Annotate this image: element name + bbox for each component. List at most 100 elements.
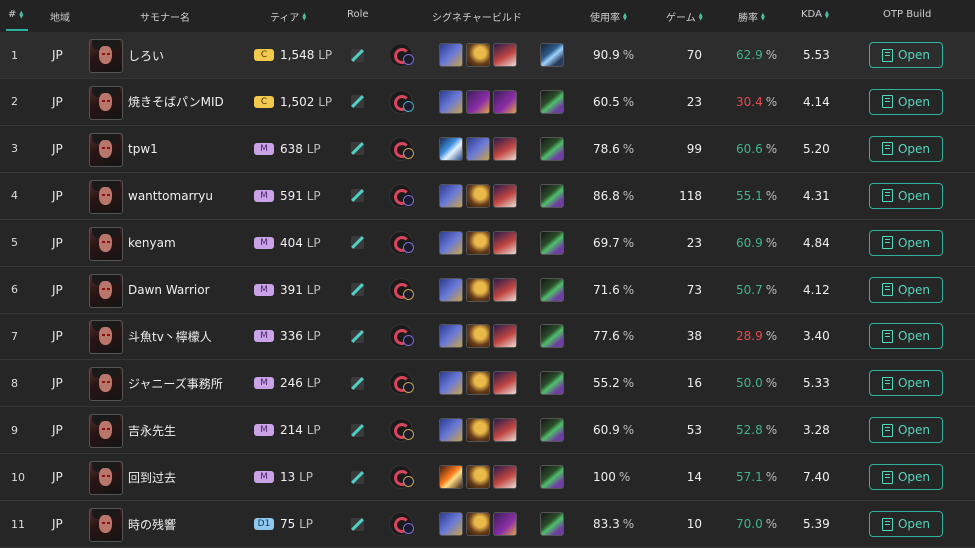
avatar-face [99, 374, 112, 393]
tier-badge: M [254, 236, 274, 249]
table-row[interactable]: 1 JP しろい C 1,548 LP 90.9% 70 62.9 % 5.53… [0, 32, 975, 79]
kda-value: 5.39 [803, 517, 830, 531]
win-rate: 60.6% [736, 126, 777, 172]
open-build-button[interactable]: Open [869, 88, 943, 115]
header-winrate-label: 勝率 [738, 13, 758, 24]
tier-cell: D1 75 LP [254, 501, 313, 547]
boots-cell [540, 360, 564, 406]
role-cell [351, 313, 364, 359]
keystone-cell [389, 32, 414, 78]
win-rate: 60.9% [736, 220, 777, 266]
secondary-rune-icon [403, 54, 414, 65]
table-row[interactable]: 2 JP 焼きそばパンMID C 1,502 LP 60.5 % 23 30.4… [0, 79, 975, 126]
table-row[interactable]: 10 JP 回到过去 M 13 LP 100% 14 57.1 % 7.40 O… [0, 454, 975, 502]
avatar-eye [107, 146, 110, 149]
item-icon [439, 183, 463, 208]
summoner-name[interactable]: ジャニーズ事務所 [128, 360, 223, 406]
open-build-button[interactable]: Open [869, 276, 943, 303]
header-kda-label: KDA [801, 9, 822, 20]
table-row[interactable]: 11 JP 時の残響 D1 75 LP 83.3% 10 70.0 % 5.39… [0, 501, 975, 548]
win-rate-value: 28.9 [736, 329, 763, 344]
sort-icon: ▲ ▼ [623, 11, 627, 22]
lp-value: 75 LP [280, 517, 313, 531]
region: JP [52, 423, 63, 438]
summoner-name[interactable]: 斗魚tv丶檸檬人 [128, 313, 212, 359]
secondary-rune-icon [403, 382, 414, 394]
keystone-cell [389, 220, 414, 266]
clipboard-icon [881, 329, 893, 343]
header-games-label: ゲーム [666, 13, 696, 24]
open-build-button[interactable]: Open [869, 42, 943, 68]
win-rate: 62.9% [736, 32, 777, 78]
open-button-label: Open [897, 94, 931, 109]
summoner-name[interactable]: 焼きそばパンMID [128, 79, 224, 125]
summoner-name[interactable]: Dawn Warrior [128, 267, 210, 313]
pick-rate-value: 71.6 [593, 282, 620, 297]
header-summoner: サモナー名 [140, 13, 190, 24]
header-role: Role [347, 9, 369, 20]
header-games[interactable]: ゲーム ▲ ▼ [666, 9, 703, 24]
kda-value: 5.53 [803, 48, 830, 62]
table-row[interactable]: 6 JP Dawn Warrior M 391 LP 71.6 % 73 50.… [0, 267, 975, 314]
table-row[interactable]: 5 JP kenyam M 404 LP 69.7% 23 60.9 % 4.8… [0, 220, 975, 267]
avatar-eye [107, 334, 110, 337]
header-rank[interactable]: # ▲ ▼ [8, 9, 23, 20]
keystone-rune-icon [389, 418, 414, 443]
open-build-button[interactable]: Open [869, 511, 943, 537]
summoner-name[interactable]: 吉永先生 [128, 407, 176, 453]
win-rate: 57.1% [736, 454, 777, 500]
secondary-rune-icon [403, 476, 414, 488]
lp-unit: LP [299, 470, 314, 485]
summoner-name[interactable]: wanttomarryu [128, 173, 213, 219]
summoner-name[interactable]: しろい [128, 32, 164, 78]
signature-items [439, 220, 517, 266]
header-winrate[interactable]: 勝率 ▲ ▼ [738, 9, 765, 24]
leaderboard-table: # ▲ ▼ 地域 サモナー名 ティア ▲ ▼ Role シグネチャービルド 使用率 … [0, 0, 975, 548]
kda-value: 4.84 [803, 235, 830, 250]
win-rate: 55.1% [736, 173, 777, 219]
item-icon [466, 89, 490, 114]
tier-badge: M [254, 283, 274, 296]
pick-rate-value: 60.5 [593, 94, 620, 109]
summoner-name[interactable]: 時の残響 [128, 501, 176, 547]
item-icon [466, 136, 490, 161]
table-row[interactable]: 4 JP wanttomarryu M 591 LP 86.8 % 118 55… [0, 173, 975, 220]
open-build-button[interactable]: Open [869, 464, 943, 491]
open-build-button[interactable]: Open [869, 417, 943, 444]
mid-lane-icon [351, 423, 364, 437]
open-build-button[interactable]: Open [869, 323, 943, 350]
boots-cell [540, 313, 564, 359]
item-icon [439, 418, 463, 443]
pick-rate: 71.6% [593, 267, 634, 313]
table-row[interactable]: 7 JP 斗魚tv丶檸檬人 M 336 LP 77.6% 38 28.9 % 3… [0, 313, 975, 361]
item-icon [493, 512, 517, 536]
games-count: 53 [686, 423, 702, 438]
item-icon [466, 371, 490, 396]
summoner-name[interactable]: kenyam [128, 220, 176, 266]
header-pickrate[interactable]: 使用率 ▲ ▼ [590, 9, 627, 24]
summoner-name[interactable]: 回到过去 [128, 454, 176, 500]
table-row[interactable]: 8 JP ジャニーズ事務所 M 246 LP 55.2% 16 50.0 % 5… [0, 360, 975, 408]
open-build-button[interactable]: Open [869, 370, 943, 397]
open-build-button[interactable]: Open [869, 135, 943, 162]
table-row[interactable]: 3 JP tpw1 M 638 LP 78.6% 99 60.6 % 5.20 … [0, 126, 975, 173]
mid-lane-icon [351, 142, 364, 156]
header-tier[interactable]: ティア ▲ ▼ [270, 9, 306, 24]
games-count: 16 [686, 376, 702, 391]
open-build-button[interactable]: Open [869, 229, 943, 256]
pick-rate: 90.9% [593, 32, 634, 78]
role-cell [351, 267, 364, 313]
header-kda[interactable]: KDA ▲ ▼ [801, 9, 829, 20]
item-icon [466, 230, 490, 255]
lp-number: 591 [280, 188, 303, 203]
table-row[interactable]: 9 JP 吉永先生 M 214 LP 60.9% 53 52.8 % 3.28 … [0, 407, 975, 455]
summoner-name[interactable]: tpw1 [128, 126, 158, 172]
signature-items [439, 32, 517, 78]
open-build-button[interactable]: Open [869, 182, 943, 209]
percent-sign: % [622, 282, 635, 297]
win-rate-value: 60.6 [736, 141, 763, 156]
keystone-cell [389, 407, 414, 453]
avatar-eye [102, 193, 105, 196]
percent-sign: % [765, 329, 778, 344]
secondary-rune-icon [403, 241, 414, 253]
